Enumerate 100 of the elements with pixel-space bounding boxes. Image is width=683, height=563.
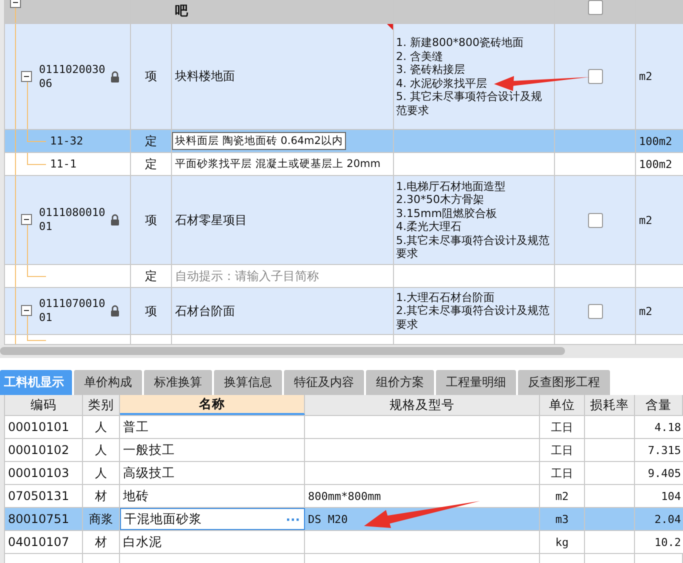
collapse-toggle[interactable]: [21, 70, 32, 82]
unit-cell: 工日: [551, 420, 573, 434]
column-header[interactable]: 规格及型号: [305, 395, 540, 415]
feature-item: 2.30*50木方骨架: [396, 193, 484, 206]
feature-item: 5. 其它未尽事项符合设计及规范要求: [396, 90, 543, 117]
column-header[interactable]: 单位: [540, 395, 585, 415]
checkbox[interactable]: [588, 212, 602, 228]
type-cell: 项: [145, 302, 157, 320]
name-cell: 高级技工: [123, 464, 175, 482]
table-row[interactable]: 11-32 定 块料面层 陶瓷地面砖 0.64m2以内 100m2: [5, 130, 683, 153]
unit-cell: 工日: [551, 466, 573, 480]
unit-cell: 工日: [551, 442, 573, 458]
type-cell: 项: [145, 68, 157, 85]
unit-cell: m2: [639, 304, 652, 318]
name-cell: 一般技工: [123, 442, 175, 458]
item-code: 011102003006: [39, 62, 106, 90]
table-row[interactable]: 011102003006 项 块料楼地面 1. 新建800*800瓷砖地面 2. 含美缝 3. 瓷砖粘接层 4. 水泥砂浆找平层 5. 其它未尽事项符合设计及规范要求 m2: [5, 24, 683, 130]
name-cell: 块料楼地面: [175, 68, 235, 85]
tab[interactable]: 组价方案: [366, 370, 434, 395]
name-cell: 普工: [123, 418, 149, 436]
feature-item: 5.其它未尽事项符合设计及规范要求: [396, 234, 550, 260]
code-cell: 00010103: [8, 466, 70, 480]
table-row[interactable]: 吧: [5, 0, 683, 24]
column-header[interactable]: 名称: [120, 395, 305, 415]
group-name: 吧: [175, 3, 188, 20]
quota-code: 11-32: [50, 134, 84, 148]
feature-item: 4.柔光大理石: [396, 220, 462, 234]
item-code: 011107001001: [39, 297, 106, 325]
code-cell: 80010751: [8, 512, 70, 526]
column-header[interactable]: 损耗率: [585, 395, 635, 415]
hint-text: 自动提示：请输入子目简称: [175, 268, 319, 284]
unit-cell: m2: [555, 490, 569, 502]
checkbox[interactable]: [588, 304, 602, 318]
category-cell: 人: [95, 442, 107, 458]
table-row[interactable]: 00010101 人 普工 工日 4.18: [5, 416, 683, 439]
tree-branch-line: [27, 130, 46, 142]
table-row[interactable]: 80010751 商浆 干混地面砂浆 ··· DS M20 m3 2.04: [5, 508, 683, 531]
name-cell: 石材台阶面: [175, 302, 235, 320]
table-row[interactable]: 04010107 材 白水泥 kg 10.2: [5, 531, 683, 554]
name-cell: 石材零星项目: [175, 212, 247, 228]
collapse-toggle[interactable]: [21, 214, 32, 225]
table-row[interactable]: 00010102 人 一般技工 工日 7.315: [5, 439, 683, 462]
collapse-toggle[interactable]: [10, 0, 21, 8]
unit-cell: 100m2: [639, 158, 672, 170]
name-input-field[interactable]: 块料面层 陶瓷地面砖 0.64m2以内: [172, 132, 346, 150]
type-cell: 定: [145, 132, 157, 150]
column-header[interactable]: 含量: [635, 395, 683, 415]
amount-cell: 7.315: [648, 444, 681, 456]
horizontal-scrollbar[interactable]: [0, 345, 683, 358]
table-row[interactable]: 011108001001 项 石材零星项目 1.电梯厅石材地面造型 2.30*50木方骨架 3.15mm阻燃胶合板 4.柔光大理石 5.其它未尽事项符合设计及规范要求 m2: [5, 176, 683, 265]
code-cell: 07050131: [8, 489, 70, 503]
tree-branch-line: [27, 335, 46, 340]
tree-branch-line: [27, 265, 46, 277]
checkbox[interactable]: [588, 0, 603, 15]
type-cell: 定: [145, 268, 157, 284]
category-cell: 人: [95, 464, 107, 482]
unit-cell: 100m2: [639, 134, 672, 148]
table-row[interactable]: 00010103 人 高级技工 工日 9.405: [5, 462, 683, 485]
tab[interactable]: 工程量明细: [436, 370, 516, 395]
feature-item: 2.其它未尽事项符合设计及规范要求: [396, 304, 550, 332]
table-row[interactable]: 定 自动提示：请输入子目简称: [5, 265, 683, 288]
more-button[interactable]: ···: [286, 512, 300, 526]
table-row[interactable]: [5, 335, 683, 345]
table-row[interactable]: 011107001001 项 石材台阶面 1.大理石石材台阶面 2.其它未尽事项符合设计及规范要求 m2: [5, 288, 683, 335]
category-cell: 商浆: [89, 510, 113, 528]
item-code: 011108001001: [39, 206, 106, 234]
code-cell: 00010101: [8, 420, 70, 434]
feature-item: 2. 含美缝: [396, 50, 443, 63]
feature-item: 1.电梯厅石材地面造型: [396, 180, 506, 193]
code-cell: 04010107: [8, 535, 70, 549]
category-cell: 人: [95, 418, 107, 436]
unit-cell: m3: [555, 512, 569, 526]
table-row[interactable]: 11-1 定 平面砂浆找平层 混凝土或硬基层上 20mm 100m2: [5, 153, 683, 176]
amount-cell: 9.405: [648, 466, 681, 480]
unit-cell: kg: [555, 536, 569, 548]
type-cell: 项: [145, 212, 157, 228]
category-cell: 材: [95, 488, 107, 504]
spec-cell: 800mm*800mm: [308, 490, 381, 502]
unit-cell: m2: [639, 214, 652, 226]
tree-branch-line: [27, 153, 46, 165]
tab[interactable]: 换算信息: [214, 370, 282, 395]
tab[interactable]: 特征及内容: [284, 370, 364, 395]
collapse-toggle[interactable]: [21, 305, 32, 316]
tab[interactable]: 反查图形工程: [518, 370, 610, 395]
name-cell: 白水泥: [123, 534, 162, 550]
table-row[interactable]: 07050131 材 地砖 800mm*800mm m2 104: [5, 485, 683, 508]
checkbox[interactable]: [588, 69, 602, 84]
tab[interactable]: 单价构成: [74, 370, 142, 395]
category-cell: 材: [95, 534, 107, 550]
code-cell: 00010102: [8, 443, 70, 457]
tab[interactable]: 标准换算: [144, 370, 212, 395]
feature-item: 3. 瓷砖粘接层: [396, 63, 465, 76]
feature-item: 3.15mm阻燃胶合板: [396, 206, 497, 220]
amount-cell: 2.04: [654, 512, 681, 526]
column-header[interactable]: 编码: [5, 395, 83, 415]
amount-cell: 4.18: [654, 420, 681, 434]
feature-item: 1.大理石石材台阶面: [396, 290, 494, 304]
type-cell: 定: [145, 156, 157, 172]
name-input-field[interactable]: 干混地面砂浆 ···: [120, 508, 305, 530]
feature-item: 1. 新建800*800瓷砖地面: [396, 36, 524, 50]
